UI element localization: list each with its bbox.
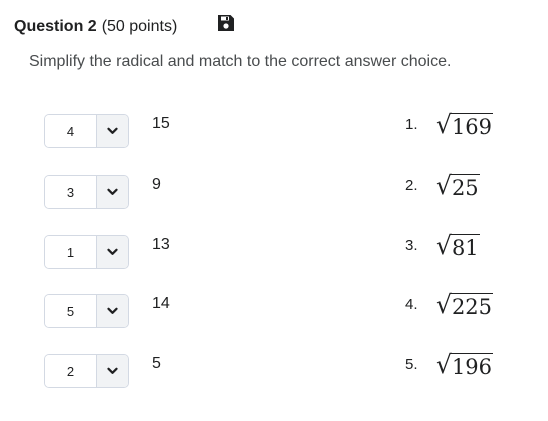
choice-radicand: 225 <box>450 293 494 319</box>
dropdown-button[interactable] <box>96 295 128 327</box>
select-value: 4 <box>45 115 96 147</box>
choice-radicand: 196 <box>450 353 494 379</box>
match-row: 1 13 3. √ 81 <box>0 231 548 271</box>
choice-radical: √ 225 <box>436 288 494 320</box>
chevron-down-icon <box>107 188 118 195</box>
chevron-down-icon <box>107 307 118 314</box>
choice-radical: √ 81 <box>436 229 480 261</box>
match-row: 3 9 2. √ 25 <box>0 171 548 211</box>
select-value: 2 <box>45 355 96 387</box>
choice-number: 2. <box>405 177 418 194</box>
match-value: 14 <box>152 295 170 312</box>
match-value: 13 <box>152 236 170 253</box>
square-root-icon: √ <box>436 231 452 260</box>
select-value: 1 <box>45 236 96 268</box>
match-value: 15 <box>152 115 170 132</box>
match-select-2[interactable]: 3 <box>44 175 129 209</box>
choice-radicand: 169 <box>450 113 494 139</box>
choice-number: 4. <box>405 296 418 313</box>
choice-radical: √ 196 <box>436 348 494 380</box>
choice-number: 3. <box>405 237 418 254</box>
choice-radicand: 25 <box>450 174 480 200</box>
choice-radical: √ 25 <box>436 169 480 201</box>
square-root-icon: √ <box>436 290 452 319</box>
dropdown-button[interactable] <box>96 355 128 387</box>
choice-radicand: 81 <box>450 234 480 260</box>
choice-radical: √ 169 <box>436 108 494 140</box>
square-root-icon: √ <box>436 171 452 200</box>
question-header: Question 2 (50 points) <box>14 18 177 40</box>
match-select-4[interactable]: 5 <box>44 294 129 328</box>
dropdown-button[interactable] <box>96 236 128 268</box>
match-value: 9 <box>152 176 161 193</box>
match-select-1[interactable]: 4 <box>44 114 129 148</box>
match-value: 5 <box>152 355 161 372</box>
match-row: 4 15 1. √ 169 <box>0 110 548 150</box>
choice-number: 1. <box>405 116 418 133</box>
square-root-icon: √ <box>436 350 452 379</box>
dropdown-button[interactable] <box>96 115 128 147</box>
chevron-down-icon <box>107 367 118 374</box>
match-select-5[interactable]: 2 <box>44 354 129 388</box>
question-instruction: Simplify the radical and match to the co… <box>29 53 452 70</box>
match-select-3[interactable]: 1 <box>44 235 129 269</box>
match-row: 2 5 5. √ 196 <box>0 350 548 390</box>
question-points: (50 points) <box>101 18 178 35</box>
choice-number: 5. <box>405 356 418 373</box>
square-root-icon: √ <box>436 110 452 139</box>
save-icon[interactable] <box>217 14 235 32</box>
chevron-down-icon <box>107 248 118 255</box>
select-value: 5 <box>45 295 96 327</box>
select-value: 3 <box>45 176 96 208</box>
chevron-down-icon <box>107 127 118 134</box>
question-title: Question 2 <box>14 18 97 35</box>
match-row: 5 14 4. √ 225 <box>0 290 548 330</box>
dropdown-button[interactable] <box>96 176 128 208</box>
